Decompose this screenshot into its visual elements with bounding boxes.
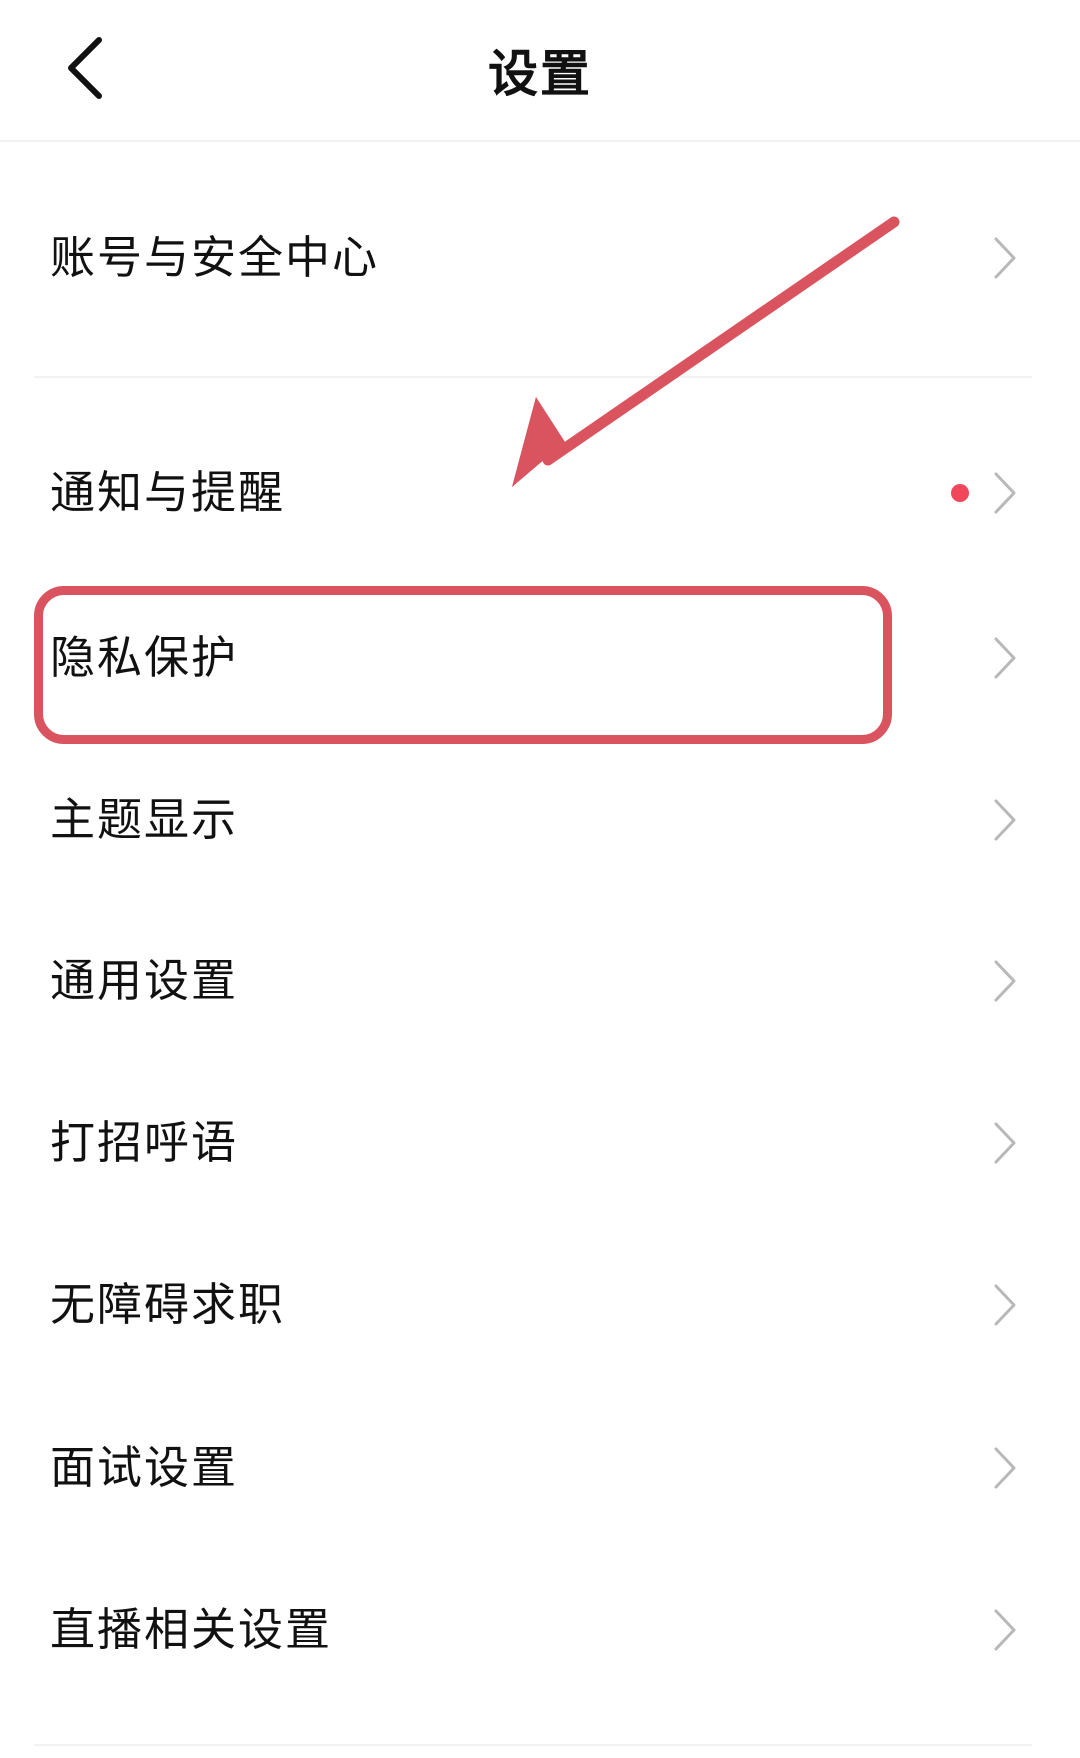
settings-item-label: 账号与安全中心 bbox=[50, 231, 380, 284]
settings-item-theme[interactable]: 主题显示 bbox=[0, 738, 1080, 900]
settings-item-notifications[interactable]: 通知与提醒 bbox=[0, 378, 1080, 578]
settings-item-greeting[interactable]: 打招呼语 bbox=[0, 1062, 1080, 1224]
chevron-right-icon bbox=[994, 637, 1016, 679]
settings-item-label: 面试设置 bbox=[50, 1441, 239, 1494]
settings-item-label: 直播相关设置 bbox=[50, 1603, 333, 1656]
settings-item-label: 打招呼语 bbox=[50, 1116, 239, 1169]
chevron-right-icon bbox=[994, 1447, 1016, 1489]
page-title: 设置 bbox=[488, 45, 592, 103]
header-bar: 设置 bbox=[0, 0, 1080, 142]
settings-item-interview[interactable]: 面试设置 bbox=[0, 1386, 1080, 1548]
settings-item-label: 隐私保护 bbox=[50, 631, 239, 684]
settings-item-label: 主题显示 bbox=[50, 793, 239, 846]
settings-item-label: 通知与提醒 bbox=[50, 466, 286, 519]
settings-item-general[interactable]: 通用设置 bbox=[0, 900, 1080, 1062]
chevron-right-icon bbox=[994, 1609, 1016, 1651]
divider bbox=[34, 1744, 1032, 1746]
chevron-right-icon bbox=[994, 237, 1016, 279]
chevron-right-icon bbox=[994, 472, 1016, 514]
settings-item-label: 无障碍求职 bbox=[50, 1278, 286, 1331]
chevron-right-icon bbox=[994, 1284, 1016, 1326]
settings-item-account-security[interactable]: 账号与安全中心 bbox=[0, 140, 1080, 376]
settings-item-privacy[interactable]: 隐私保护 bbox=[0, 578, 1080, 738]
settings-item-live-streaming[interactable]: 直播相关设置 bbox=[0, 1548, 1080, 1744]
notification-badge bbox=[951, 484, 969, 502]
settings-item-label: 通用设置 bbox=[50, 954, 239, 1007]
chevron-right-icon bbox=[994, 1122, 1016, 1164]
chevron-right-icon bbox=[994, 799, 1016, 841]
chevron-right-icon bbox=[994, 960, 1016, 1002]
settings-item-accessibility[interactable]: 无障碍求职 bbox=[0, 1224, 1080, 1386]
